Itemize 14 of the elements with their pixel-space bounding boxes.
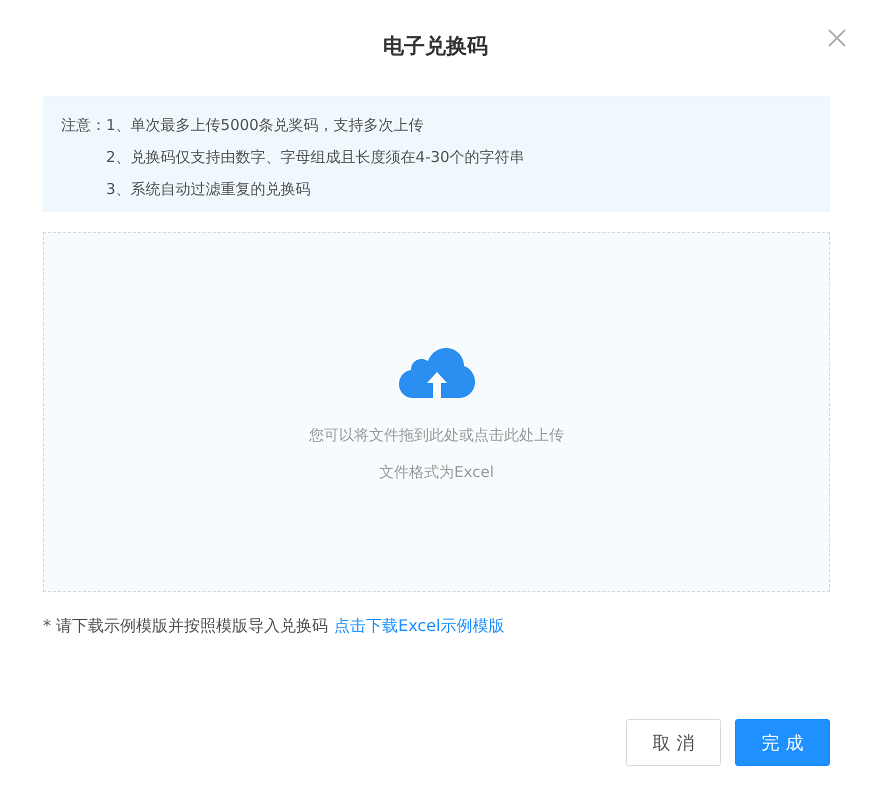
close-icon[interactable]: [827, 28, 847, 48]
notice-item: 1、单次最多上传5000条兑奖码，支持多次上传: [106, 115, 425, 136]
cancel-button[interactable]: 取消: [626, 719, 721, 766]
notice-item: 3、系统自动过滤重复的兑换码: [106, 179, 312, 200]
cloud-upload-icon: [398, 348, 474, 400]
notice-label: 注意：: [61, 115, 106, 136]
template-note: * 请下载示例模版并按照模版导入兑换码: [43, 616, 328, 637]
notice-item: 2、兑换码仅支持由数字、字母组成且长度须在4-30个的字符串: [106, 147, 525, 168]
upload-hint: 您可以将文件拖到此处或点击此处上传: [309, 426, 564, 445]
upload-dropzone[interactable]: 您可以将文件拖到此处或点击此处上传 文件格式为Excel: [43, 232, 830, 592]
file-format-note: 文件格式为Excel: [379, 463, 494, 482]
done-button[interactable]: 完成: [735, 719, 830, 766]
dialog-title: 电子兑换码: [383, 33, 488, 60]
download-template-link[interactable]: 点击下载Excel示例模版: [334, 616, 504, 637]
